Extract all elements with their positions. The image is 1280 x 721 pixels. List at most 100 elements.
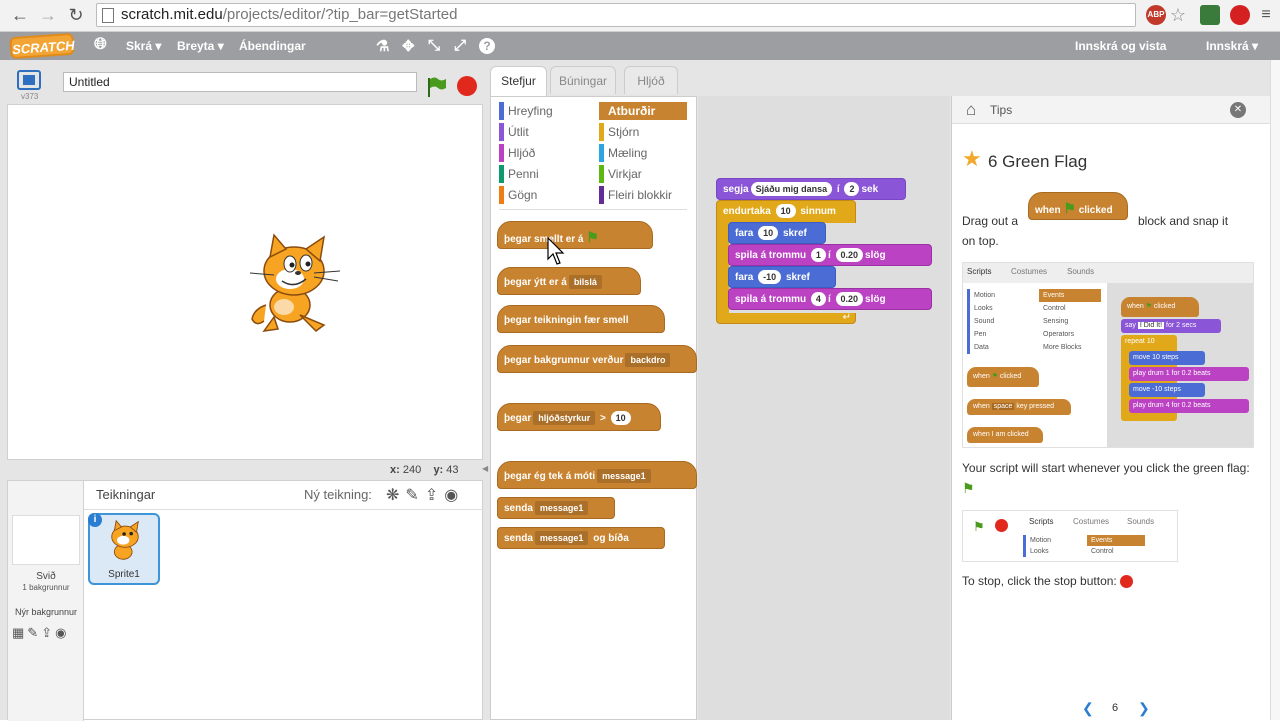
- tab-costumes[interactable]: Búningar: [550, 66, 616, 94]
- loudness-value[interactable]: 10: [610, 411, 631, 425]
- sprite1-tile[interactable]: i Sprite1: [88, 513, 160, 585]
- stage-header: v373: [7, 64, 483, 104]
- info-icon[interactable]: i: [88, 513, 102, 527]
- stop-icon[interactable]: [457, 76, 477, 96]
- stage[interactable]: [7, 104, 483, 460]
- broadcast-dropdown[interactable]: message1: [534, 501, 589, 515]
- block-when-key-pressed[interactable]: þegar ýtt er á bilslá: [497, 267, 641, 295]
- backdrop-library-icon[interactable]: ▦: [12, 625, 27, 640]
- star-icon[interactable]: ☆: [1168, 5, 1188, 25]
- grow-icon[interactable]: ⤡: [428, 37, 440, 54]
- block-say-for-secs[interactable]: segja Sjáðu mig dansa í 2 sek: [716, 178, 906, 200]
- reload-icon[interactable]: ↻: [64, 4, 88, 26]
- key-dropdown[interactable]: bilslá: [568, 275, 602, 289]
- repeat-value[interactable]: 10: [775, 204, 796, 218]
- help-icon[interactable]: ?: [479, 38, 495, 54]
- tab-scripts[interactable]: Stefjur: [490, 66, 547, 97]
- extension-icon[interactable]: [1200, 5, 1220, 25]
- drum2-text: spila á trommu: [735, 294, 807, 305]
- fullscreen-icon[interactable]: [17, 70, 41, 90]
- block-broadcast-wait[interactable]: senda message1 og bíða: [497, 527, 665, 549]
- cut-icon[interactable]: ✥: [402, 37, 415, 55]
- drum2-for: í: [827, 294, 831, 305]
- backdrop-paint-icon[interactable]: ✎: [27, 625, 41, 640]
- category-looks[interactable]: Útlit: [499, 123, 587, 141]
- block-when-flag-clicked[interactable]: þegar smellt er á ⚑: [497, 221, 653, 249]
- category-more[interactable]: Fleiri blokkir: [599, 186, 687, 204]
- menu-tips[interactable]: Ábendingar: [239, 39, 306, 53]
- home-icon[interactable]: ⌂: [966, 100, 976, 120]
- page-scrollbar[interactable]: [1270, 60, 1280, 720]
- next-page-icon[interactable]: ❯: [1138, 700, 1150, 717]
- prev-page-icon[interactable]: ❮: [1082, 700, 1094, 717]
- block-play-drum-2[interactable]: spila á trommu 4í 0.20 slög: [728, 288, 932, 310]
- tab-sounds[interactable]: Hljóð: [624, 66, 678, 94]
- signin-button[interactable]: Innskrá ▾: [1206, 39, 1258, 53]
- menu-edit[interactable]: Breyta ▾: [177, 39, 224, 53]
- new-sprite-tools: ❋✎⇪◉: [386, 485, 464, 505]
- forward-icon[interactable]: →: [36, 4, 60, 26]
- category-events[interactable]: Atburðir: [599, 102, 687, 120]
- backdrop-dropdown[interactable]: backdro: [625, 353, 671, 367]
- extension-red-icon[interactable]: [1230, 5, 1250, 25]
- block-when-backdrop-switches[interactable]: þegar bakgrunnur verður backdro: [497, 345, 697, 373]
- sprite-camera-icon[interactable]: ◉: [444, 487, 464, 504]
- sprites-header: Teikningar: [96, 487, 156, 502]
- category-operators[interactable]: Virkjar: [599, 165, 687, 183]
- address-bar[interactable]: scratch.mit.edu/projects/editor/?tip_bar…: [96, 3, 1136, 27]
- shrink-icon[interactable]: ⤢: [454, 37, 466, 54]
- drum1-value[interactable]: 1: [810, 248, 826, 262]
- category-motion[interactable]: Hreyfing: [499, 102, 587, 120]
- green-flag-icon[interactable]: [426, 76, 448, 98]
- move2-value[interactable]: -10: [758, 270, 782, 284]
- category-sensing[interactable]: Mæling: [599, 144, 687, 162]
- menu-icon[interactable]: ≡: [1254, 4, 1278, 26]
- category-data[interactable]: Gögn: [499, 186, 587, 204]
- page-number: 6: [1112, 702, 1119, 714]
- drum2-beats[interactable]: 0.20: [835, 292, 864, 306]
- collapse-arrow-icon[interactable]: ◀: [482, 464, 488, 473]
- category-control[interactable]: Stjórn: [599, 123, 687, 141]
- repeat-arrow-icon: ↵: [842, 312, 851, 323]
- say-value[interactable]: Sjáðu mig dansa: [750, 182, 833, 196]
- block-move-1[interactable]: fara 10 skref: [728, 222, 826, 244]
- block-broadcast[interactable]: senda message1: [497, 497, 615, 519]
- block-when-sprite-clicked[interactable]: þegar teikningin fær smell: [497, 305, 665, 333]
- project-title-input[interactable]: [63, 72, 417, 92]
- adblock-icon[interactable]: ABP: [1146, 5, 1166, 25]
- block-play-drum-1[interactable]: spila á trommu 1í 0.20 slög: [728, 244, 932, 266]
- language-globe-icon[interactable]: 🌐︎: [94, 36, 107, 54]
- sprite-upload-icon[interactable]: ⇪: [425, 487, 444, 504]
- scripts-area[interactable]: segja Sjáðu mig dansa í 2 sek endurtaka 10…: [698, 96, 950, 720]
- block-when-loudness[interactable]: þegar hljóðstyrkur > 10: [497, 403, 661, 431]
- category-sound[interactable]: Hljóð: [499, 144, 587, 162]
- back-icon[interactable]: ←: [8, 4, 32, 26]
- drum2-value[interactable]: 4: [810, 292, 826, 306]
- category-pen[interactable]: Penni: [499, 165, 587, 183]
- stage-thumbnail[interactable]: [12, 515, 80, 565]
- join-button[interactable]: Innskrá og vista: [1075, 39, 1166, 53]
- say-secs-value[interactable]: 2: [844, 182, 860, 196]
- tip-script-text: Your script will start whenever you clic…: [962, 458, 1252, 499]
- sprite-paint-icon[interactable]: ✎: [405, 487, 424, 504]
- stage-column: Svið 1 bakgrunnur Nýr bakgrunnur ▦✎⇪◉: [8, 481, 84, 721]
- category-looks-label: Útlit: [508, 125, 529, 139]
- move1-value[interactable]: 10: [758, 226, 779, 240]
- backdrop-camera-icon[interactable]: ◉: [55, 625, 69, 640]
- sprite-library-icon[interactable]: ❋: [386, 487, 405, 504]
- block-when-receive[interactable]: þegar ég tek á móti message1: [497, 461, 697, 489]
- close-icon[interactable]: ✕: [1230, 102, 1246, 118]
- menu-file[interactable]: Skrá ▾: [126, 39, 161, 53]
- scratch-logo[interactable]: SCRATCH: [9, 32, 75, 60]
- drum1-beats[interactable]: 0.20: [835, 248, 864, 262]
- cat-sprite[interactable]: [244, 231, 344, 335]
- duplicate-stamp-icon[interactable]: ⚗: [376, 37, 389, 55]
- block-move-2[interactable]: fara -10 skref: [728, 266, 836, 288]
- loudness-dropdown[interactable]: hljóðstyrkur: [533, 411, 596, 425]
- img2-cats-left: Motion Looks: [1023, 535, 1051, 557]
- backdrop-upload-icon[interactable]: ⇪: [41, 625, 55, 640]
- receive-dropdown[interactable]: message1: [597, 469, 651, 483]
- star-icon: ★: [962, 146, 982, 171]
- tip-when-clicked-block: when ⚑ clicked: [1028, 192, 1128, 220]
- broadcastwait-dropdown[interactable]: message1: [534, 531, 589, 545]
